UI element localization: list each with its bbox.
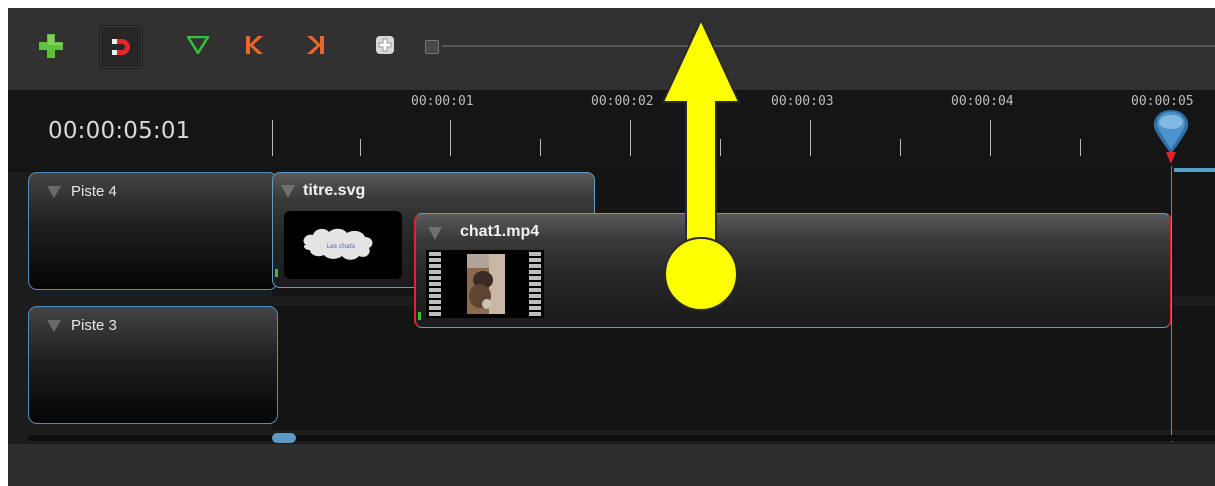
clip-menu-triangle-icon[interactable] — [281, 185, 295, 198]
ruler-label: 00:00:02 — [591, 94, 654, 109]
next-marker-icon[interactable] — [305, 35, 325, 55]
zoom-slider-handle[interactable] — [425, 40, 439, 54]
ruler-tick — [990, 120, 991, 156]
playhead-marker-icon[interactable] — [1149, 108, 1193, 174]
clip-title: chat1.mp4 — [460, 223, 540, 240]
ruler-tick — [720, 139, 721, 156]
timeline-window: 00:00:05:01 00:00:01 00:00:02 00:00:03 0… — [8, 8, 1215, 486]
ruler-tick — [272, 120, 273, 156]
ruler-label: 00:00:01 — [411, 94, 474, 109]
track-name: Piste 4 — [71, 183, 117, 200]
ruler-tick — [1080, 139, 1081, 156]
ruler-tick — [630, 120, 631, 156]
timeline-toolbar — [8, 8, 1215, 86]
snapping-button[interactable] — [99, 25, 143, 69]
bottom-panel — [8, 444, 1215, 486]
track-name: Piste 3 — [71, 317, 117, 334]
ruler-label: 00:00:04 — [951, 94, 1014, 109]
clip-thumbnail — [426, 250, 544, 318]
clip-thumbnail: Les chats — [284, 211, 402, 279]
marker-icon[interactable] — [187, 36, 209, 54]
current-timecode: 00:00:05:01 — [48, 118, 191, 144]
scrollbar-thumb[interactable] — [272, 433, 296, 443]
ruler-tick — [450, 120, 451, 156]
magnet-icon — [112, 39, 130, 55]
playhead-line[interactable] — [1171, 166, 1172, 442]
collapse-triangle-icon[interactable] — [47, 186, 61, 198]
previous-marker-icon[interactable] — [245, 35, 265, 55]
ruler-tick — [810, 120, 811, 156]
ruler-label: 00:00:05 — [1131, 94, 1194, 109]
cloud-title-image: Les chats — [303, 228, 373, 260]
film-strip-icon — [429, 250, 441, 318]
clip-title: titre.svg — [303, 182, 366, 199]
cat-video-frame — [467, 254, 505, 314]
track-header-piste-3[interactable]: Piste 3 — [28, 306, 278, 424]
ruler-tick — [900, 139, 901, 156]
plus-icon[interactable] — [39, 34, 63, 58]
horizontal-scrollbar[interactable] — [28, 435, 1215, 441]
clip-start-marker — [275, 269, 278, 277]
zoom-slider-track[interactable] — [442, 45, 1215, 47]
ruler-label: 00:00:03 — [771, 94, 834, 109]
track-header-piste-4[interactable]: Piste 4 — [28, 172, 278, 290]
collapse-triangle-icon[interactable] — [47, 320, 61, 332]
center-playhead-icon[interactable] — [375, 35, 395, 55]
clip-chat1-mp4[interactable]: chat1.mp4 — [414, 213, 1172, 328]
clip-menu-triangle-icon[interactable] — [428, 227, 442, 240]
playhead-region-bar — [1174, 168, 1215, 172]
film-strip-icon — [529, 250, 541, 318]
ruler-tick — [540, 139, 541, 156]
clip-start-marker — [418, 312, 421, 320]
ruler-tick — [360, 139, 361, 156]
thumbnail-text: Les chats — [327, 243, 355, 250]
